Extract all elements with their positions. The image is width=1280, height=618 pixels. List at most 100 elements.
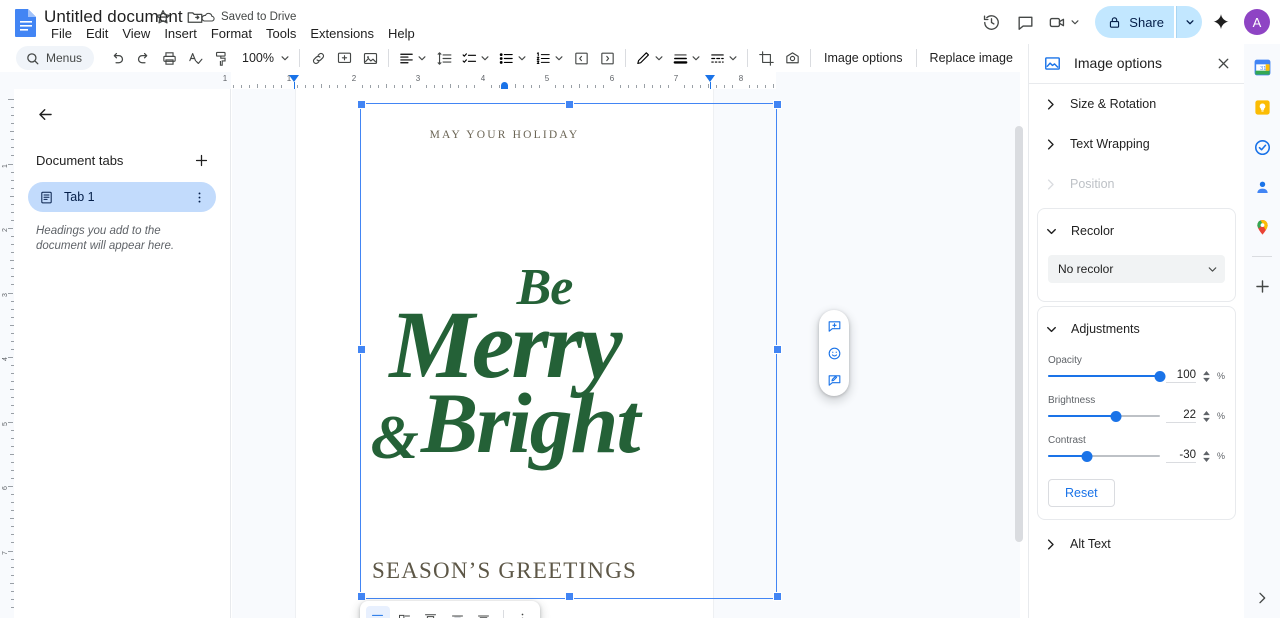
- menu-view[interactable]: View: [115, 24, 157, 44]
- insert-link-icon[interactable]: [305, 46, 331, 70]
- share-button[interactable]: Share: [1095, 6, 1174, 38]
- sidebar-item-tab-1[interactable]: Tab 1: [28, 182, 216, 212]
- menu-insert[interactable]: Insert: [157, 24, 204, 44]
- meet-call-button[interactable]: [1043, 6, 1087, 38]
- emoji-reaction-icon[interactable]: [821, 342, 847, 364]
- resize-handle-bottom-left[interactable]: [357, 592, 366, 601]
- brightness-value-field[interactable]: 22: [1165, 409, 1196, 423]
- opacity-slider[interactable]: [1048, 369, 1166, 383]
- resize-handle-middle-right[interactable]: [773, 345, 782, 354]
- section-size-rotation[interactable]: Size & Rotation: [1029, 84, 1244, 124]
- resize-handle-top-left[interactable]: [357, 100, 366, 109]
- print-icon[interactable]: [156, 46, 182, 70]
- section-alt-text[interactable]: Alt Text: [1029, 524, 1244, 564]
- menu-tools[interactable]: Tools: [259, 24, 303, 44]
- horizontal-ruler[interactable]: 112345678: [0, 72, 1020, 89]
- border-color-selector[interactable]: [631, 46, 668, 70]
- more-options-icon[interactable]: [510, 606, 534, 618]
- checklist-selector[interactable]: [457, 46, 494, 70]
- reset-button[interactable]: Reset: [1048, 479, 1115, 507]
- resize-handle-top-right[interactable]: [773, 100, 782, 109]
- wrap-inline-icon[interactable]: [366, 606, 390, 618]
- decrease-indent-icon[interactable]: [568, 46, 594, 70]
- docs-logo-icon[interactable]: [12, 8, 40, 38]
- brightness-label: Brightness: [1048, 395, 1096, 406]
- paint-format-icon[interactable]: [208, 46, 234, 70]
- slider-thumb[interactable]: [1110, 410, 1122, 422]
- image-options-button[interactable]: Image options: [816, 48, 911, 68]
- right-indent-marker[interactable]: [705, 75, 715, 82]
- share-dropdown-button[interactable]: [1176, 6, 1202, 38]
- suggest-edit-icon[interactable]: [821, 369, 847, 391]
- behind-text-icon[interactable]: [446, 606, 470, 618]
- align-selector[interactable]: [394, 46, 431, 70]
- section-adjustments[interactable]: Adjustments: [1038, 309, 1235, 349]
- spinner-arrows-icon[interactable]: [1202, 370, 1211, 382]
- save-status[interactable]: Saved to Drive: [200, 9, 296, 25]
- increase-indent-icon[interactable]: [594, 46, 620, 70]
- add-comment-icon[interactable]: [821, 315, 847, 337]
- google-contacts-icon[interactable]: [1249, 174, 1275, 200]
- insert-image-icon[interactable]: [357, 46, 383, 70]
- line-spacing-icon[interactable]: [431, 46, 457, 70]
- in-front-of-text-icon[interactable]: [472, 606, 496, 618]
- left-indent-marker[interactable]: [289, 75, 299, 82]
- undo-icon[interactable]: [104, 46, 130, 70]
- avatar[interactable]: A: [1244, 9, 1270, 35]
- resize-handle-top-center[interactable]: [565, 100, 574, 109]
- add-comment-icon[interactable]: [331, 46, 357, 70]
- replace-image-button[interactable]: Replace image: [922, 48, 1021, 68]
- gemini-button[interactable]: [1206, 7, 1236, 37]
- slider-thumb[interactable]: [1154, 370, 1166, 382]
- menu-extensions[interactable]: Extensions: [303, 24, 381, 44]
- google-keep-icon[interactable]: [1249, 94, 1275, 120]
- slider-thumb[interactable]: [1081, 450, 1093, 462]
- brightness-slider[interactable]: [1048, 409, 1160, 423]
- google-calendar-icon[interactable]: 31: [1249, 54, 1275, 80]
- version-history-icon[interactable]: [975, 6, 1007, 38]
- zoom-selector[interactable]: 100%: [234, 46, 294, 70]
- menu-file[interactable]: File: [44, 24, 79, 44]
- chevron-down-icon: [518, 56, 526, 61]
- document-canvas[interactable]: MAY YOUR HOLIDAY Be Merry &Bright SEASON…: [232, 89, 1020, 618]
- crop-image-icon[interactable]: [753, 46, 779, 70]
- center-tab-stop[interactable]: [501, 82, 508, 89]
- bulleted-list-selector[interactable]: [494, 46, 531, 70]
- break-text-icon[interactable]: [419, 606, 443, 618]
- back-arrow-icon[interactable]: [30, 99, 60, 129]
- document-page[interactable]: MAY YOUR HOLIDAY Be Merry &Bright SEASON…: [296, 89, 849, 618]
- mask-image-icon[interactable]: [779, 46, 805, 70]
- vertical-scrollbar[interactable]: [1015, 126, 1023, 542]
- menu-format[interactable]: Format: [204, 24, 259, 44]
- expand-panel-icon[interactable]: [1250, 586, 1274, 610]
- recolor-select[interactable]: No recolor: [1048, 255, 1225, 283]
- border-dash-selector[interactable]: [705, 46, 742, 70]
- close-icon[interactable]: [1210, 50, 1236, 76]
- numbered-list-selector[interactable]: [531, 46, 568, 70]
- google-tasks-icon[interactable]: [1249, 134, 1275, 160]
- resize-handle-bottom-right[interactable]: [773, 592, 782, 601]
- spellcheck-icon[interactable]: [182, 46, 208, 70]
- google-maps-icon[interactable]: [1249, 214, 1275, 240]
- resize-handle-bottom-center[interactable]: [565, 592, 574, 601]
- spinner-arrows-icon[interactable]: [1202, 450, 1211, 462]
- redo-icon[interactable]: [130, 46, 156, 70]
- menus-search-button[interactable]: Menus: [16, 46, 95, 70]
- menu-edit[interactable]: Edit: [79, 24, 115, 44]
- vertical-ruler[interactable]: 1234567: [0, 89, 14, 618]
- wrap-text-icon[interactable]: [393, 606, 417, 618]
- opacity-value-field[interactable]: 100: [1165, 369, 1196, 383]
- resize-handle-middle-left[interactable]: [357, 345, 366, 354]
- add-apps-icon[interactable]: [1249, 273, 1275, 299]
- save-status-label: Saved to Drive: [221, 11, 297, 23]
- contrast-value-field[interactable]: -30: [1165, 449, 1196, 463]
- more-options-icon[interactable]: [188, 186, 210, 208]
- add-tab-icon[interactable]: [188, 147, 214, 173]
- section-text-wrapping[interactable]: Text Wrapping: [1029, 124, 1244, 164]
- contrast-slider[interactable]: [1048, 449, 1160, 463]
- menu-help[interactable]: Help: [381, 24, 422, 44]
- border-weight-selector[interactable]: [668, 46, 705, 70]
- spinner-arrows-icon[interactable]: [1202, 410, 1211, 422]
- comment-history-icon[interactable]: [1009, 6, 1041, 38]
- section-recolor[interactable]: Recolor: [1038, 211, 1235, 251]
